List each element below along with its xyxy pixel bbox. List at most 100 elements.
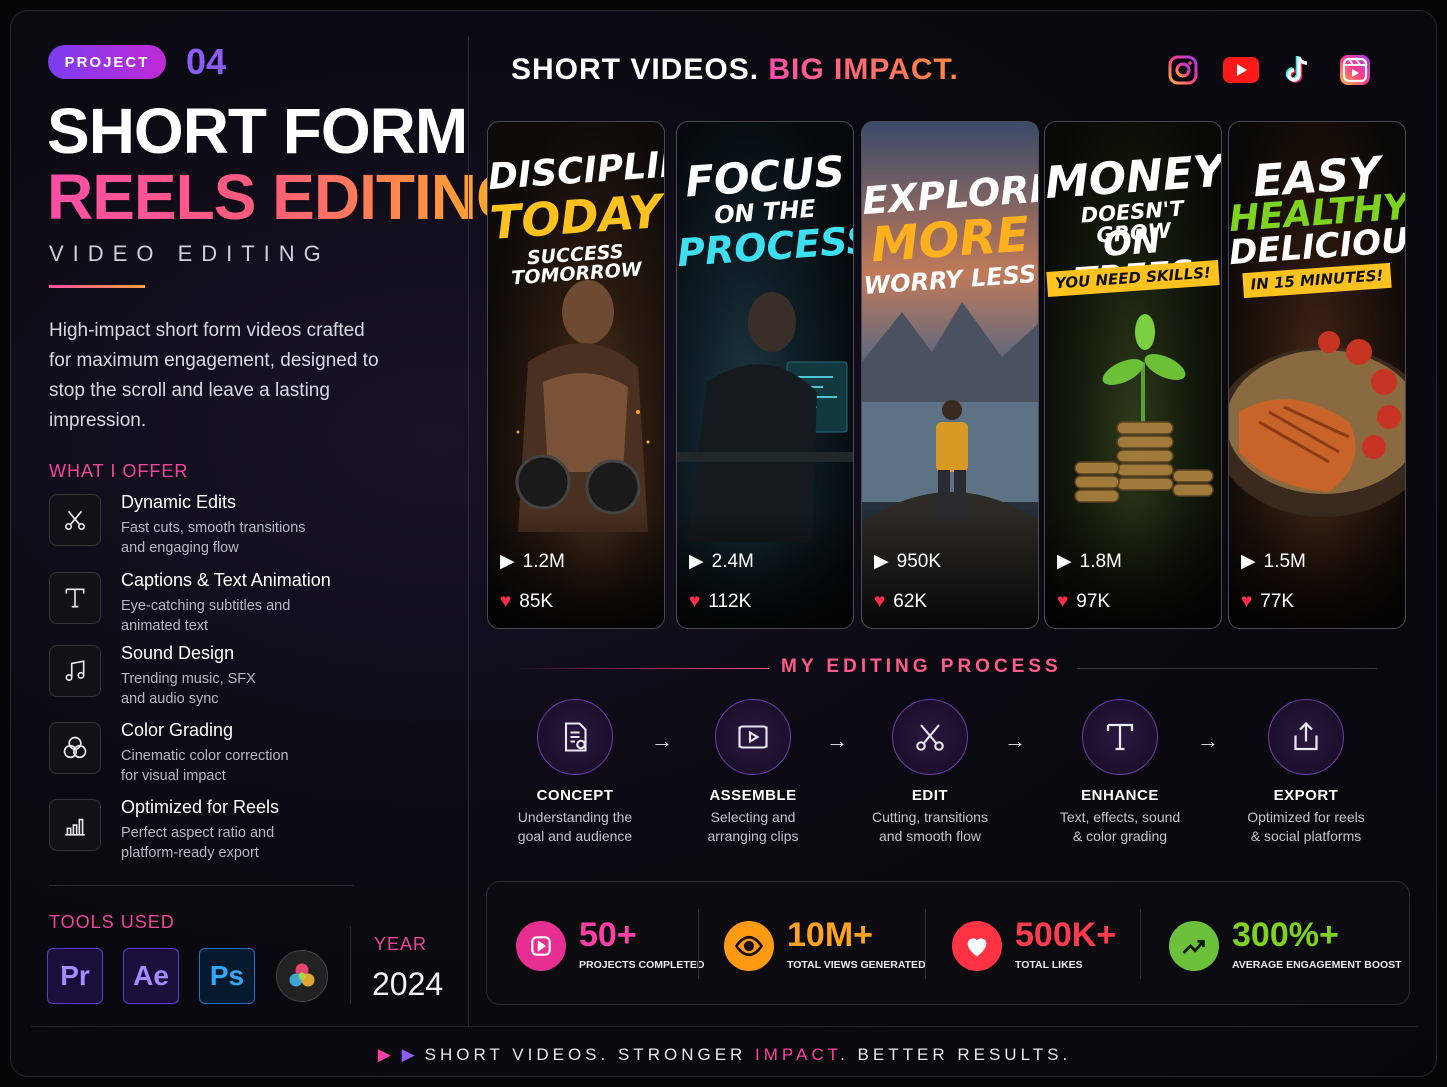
- text-icon: [49, 572, 101, 624]
- offer-item: Captions & Text Animation Eye-catching s…: [49, 570, 369, 634]
- hero-headline: SHORT VIDEOS. BIG IMPACT.: [511, 53, 959, 86]
- kpi-projects: 50+ PROJECTS COMPLETED: [516, 916, 705, 976]
- step-description: Selecting and arranging clips: [707, 809, 799, 844]
- video-clip-icon: [715, 699, 791, 775]
- heart-icon: ♥: [689, 591, 701, 612]
- reel-caption-accent: TODAY: [488, 184, 664, 250]
- kpi-divider: [925, 909, 926, 979]
- reel-caption-accent: PROCESS: [676, 217, 854, 276]
- process-title: MY EDITING PROCESS: [781, 656, 1062, 677]
- bar-chart-icon: [49, 799, 101, 851]
- offer-title: Captions & Text Animation: [121, 570, 331, 590]
- like-count: ♥ 85K: [500, 591, 554, 612]
- kpi-likes: 500K+ TOTAL LIKES: [952, 916, 1142, 976]
- kpi-value: 10M+: [787, 916, 873, 954]
- step-description: Optimized for reels & social platforms: [1247, 809, 1365, 844]
- offer-description: Perfect aspect ratio and platform-ready e…: [121, 825, 275, 861]
- offer-title: Color Grading: [121, 720, 234, 740]
- heart-icon: [952, 921, 1002, 971]
- music-note-icon: [49, 645, 101, 697]
- youtube-icon[interactable]: [1221, 51, 1261, 89]
- like-count: ♥ 62K: [874, 591, 928, 612]
- offer-item: Optimized for Reels Perfect aspect ratio…: [49, 797, 369, 861]
- play-square-icon: [516, 921, 566, 971]
- reels-icon[interactable]: [1336, 51, 1374, 89]
- play-triangle-icon: ▶: [401, 1045, 425, 1064]
- tiktok-icon[interactable]: [1278, 51, 1316, 89]
- kpi-label: TOTAL LIKES: [1015, 959, 1083, 971]
- page-title: SHORT FORM: [47, 95, 468, 167]
- heart-icon: ♥: [874, 591, 886, 612]
- export-icon: [1268, 699, 1344, 775]
- process-divider-left: [511, 668, 769, 669]
- offer-description: Eye-catching subtitles and animated text: [121, 598, 291, 634]
- step-name: ENHANCE: [1081, 787, 1159, 804]
- year-label: YEAR: [374, 934, 428, 954]
- davinci-resolve-icon: [276, 950, 328, 1002]
- tools-section-label: TOOLS USED: [49, 912, 175, 932]
- step-name: ASSEMBLE: [709, 787, 797, 804]
- like-count: ♥ 112K: [689, 591, 752, 612]
- view-count: ▶ 2.4M: [689, 550, 754, 573]
- offer-description: Trending music, SFX and audio sync: [121, 671, 256, 707]
- footer-tagline: ▶ ▶SHORT VIDEOS. STRONGER IMPACT. BETTER…: [377, 1045, 1072, 1064]
- heart-icon: ♥: [1057, 591, 1069, 612]
- accent-divider: [49, 285, 145, 288]
- play-icon: ▶: [1241, 551, 1256, 572]
- after-effects-icon: Ae: [123, 948, 179, 1004]
- document-icon: [537, 699, 613, 775]
- kpi-label: PROJECTS COMPLETED: [579, 959, 705, 971]
- offer-title: Optimized for Reels: [121, 797, 280, 817]
- play-triangle-icon: ▶: [377, 1045, 393, 1064]
- kpi-divider: [698, 909, 699, 979]
- offer-description: Cinematic color correction for visual imp…: [121, 748, 289, 784]
- play-icon: ▶: [874, 551, 889, 572]
- section-divider: [49, 885, 354, 886]
- reel-card[interactable]: DISCIPLINE TODAY SUCCESS TOMORROW ▶ 1.2M …: [487, 121, 665, 629]
- project-badge: PROJECT: [48, 45, 166, 79]
- kpi-label: AVERAGE ENGAGEMENT BOOST: [1232, 959, 1402, 971]
- reel-card[interactable]: FOCUS ON THE PROCESS ▶ 2.4M ♥ 112K: [676, 121, 854, 629]
- trending-up-icon: [1169, 921, 1219, 971]
- offer-item: Color Grading Cinematic color correction…: [49, 720, 369, 784]
- page-subtitle: VIDEO EDITING: [49, 241, 330, 266]
- text-icon: [1082, 699, 1158, 775]
- like-count: ♥ 97K: [1057, 591, 1111, 612]
- column-divider: [468, 36, 469, 1026]
- arrow-right-icon: →: [1004, 728, 1026, 753]
- play-icon: ▶: [1057, 551, 1072, 572]
- like-count: ♥ 77K: [1241, 591, 1295, 612]
- heart-icon: ♥: [1241, 591, 1253, 612]
- kpi-label: TOTAL VIEWS GENERATED: [787, 959, 926, 971]
- premiere-pro-icon: Pr: [47, 948, 103, 1004]
- offer-item: Dynamic Edits Fast cuts, smooth transiti…: [49, 492, 369, 556]
- scissors-icon: [892, 699, 968, 775]
- step-name: CONCEPT: [536, 787, 614, 804]
- view-count: ▶ 1.5M: [1241, 550, 1306, 573]
- kpi-value: 50+: [579, 916, 637, 954]
- step-name: EDIT: [911, 787, 949, 804]
- offer-title: Dynamic Edits: [121, 492, 237, 512]
- photoshop-icon: Ps: [199, 948, 255, 1004]
- year-value: 2024: [372, 966, 444, 1002]
- arrow-right-icon: →: [1197, 728, 1219, 753]
- instagram-icon[interactable]: [1164, 51, 1202, 89]
- reel-card[interactable]: MONEY DOESN'T GROW ON TREES YOU NEED SKI…: [1044, 121, 1222, 629]
- step-description: Text, effects, sound & color grading: [1059, 809, 1181, 844]
- step-description: Understanding the goal and audience: [517, 809, 633, 844]
- reel-card[interactable]: EXPLORE MORE WORRY LESS ▶ 950K ♥ 62K: [861, 121, 1039, 629]
- step-description: Cutting, transitions and smooth flow: [872, 809, 988, 844]
- kpi-divider: [1140, 909, 1141, 979]
- project-number: 04: [186, 41, 227, 82]
- play-icon: ▶: [689, 551, 704, 572]
- page-title-accent: REELS EDITING: [47, 161, 526, 233]
- offer-title: Sound Design: [121, 643, 235, 663]
- process-step: ENHANCE Text, effects, sound & color grad…: [1035, 699, 1205, 846]
- offer-section-label: WHAT I OFFER: [49, 461, 189, 481]
- tools-divider: [350, 926, 351, 1004]
- reel-card[interactable]: EASY HEALTHY DELICIOUS IN 15 MINUTES! ▶ 1…: [1228, 121, 1406, 629]
- process-divider-right: [1077, 668, 1377, 669]
- view-count: ▶ 950K: [874, 550, 941, 573]
- process-step: EXPORT Optimized for reels & social platf…: [1221, 699, 1391, 846]
- process-step: ASSEMBLE Selecting and arranging clips: [668, 699, 838, 846]
